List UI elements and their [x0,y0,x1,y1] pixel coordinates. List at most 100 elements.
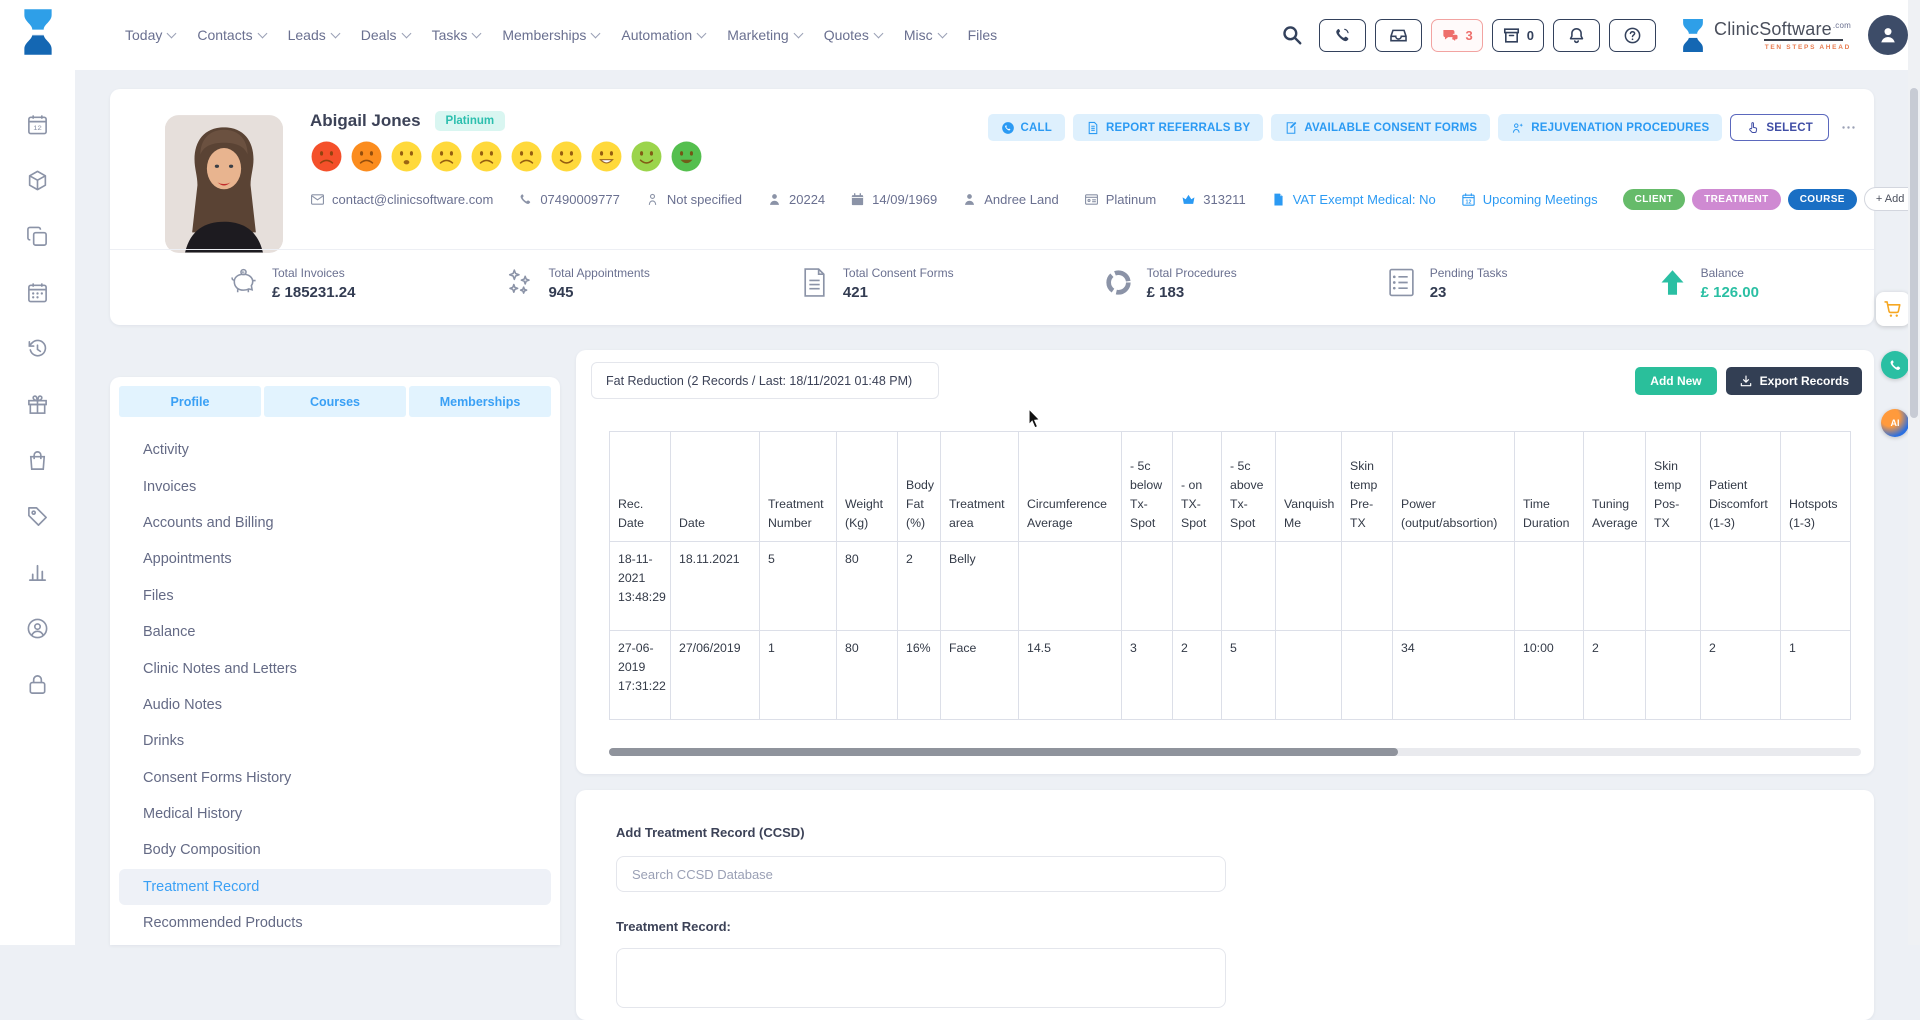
sidebar-item-invoices[interactable]: Invoices [119,468,551,504]
stat-value: £ 185231.24 [272,284,355,301]
nav-item-memberships[interactable]: Memberships [502,27,599,43]
info-text: VAT Exempt Medical: No [1293,192,1436,207]
rejuvenation-procedures-button[interactable]: REJUVENATION PROCEDURES [1498,114,1722,141]
label-treatment[interactable]: TREATMENT [1692,189,1781,210]
vertical-scrollbar-thumb[interactable] [1910,88,1918,418]
piggy-bank-icon [228,267,259,298]
search-icon[interactable] [1281,24,1303,46]
sidebar-item-body-composition[interactable]: Body Composition [119,832,551,868]
chat-button[interactable]: 3 [1431,19,1483,52]
sidebar-item-treatment-record[interactable]: Treatment Record [119,869,551,905]
nav-item-today[interactable]: Today [125,27,175,43]
rail-copy-icon[interactable] [26,225,49,248]
mood-face-5-icon[interactable] [470,140,503,173]
checklist-icon [1386,267,1417,298]
nav-item-automation[interactable]: Automation [621,27,705,43]
sidebar-item-medical-history[interactable]: Medical History [119,796,551,832]
brand-name: ClinicSoftware.com [1714,20,1851,38]
info-upcoming-meetings[interactable]: 12Upcoming Meetings [1461,192,1598,207]
mood-face-9-icon[interactable] [630,140,663,173]
stat-text: Total Procedures£ 183 [1147,266,1237,301]
nav-item-tasks[interactable]: Tasks [432,27,481,43]
nav-item-contacts[interactable]: Contacts [197,27,265,43]
phone-widget[interactable] [1881,351,1909,379]
notifications-button[interactable] [1553,19,1600,52]
table-cell: 2 [1173,631,1222,720]
info-vat-exempt-medical-no[interactable]: VAT Exempt Medical: No [1271,192,1436,207]
nav-item-deals[interactable]: Deals [361,27,410,43]
info-313211[interactable]: 313211 [1181,192,1245,207]
sidebar-item-balance[interactable]: Balance [119,614,551,650]
sidebar-item-clinic-notes-and-letters[interactable]: Clinic Notes and Letters [119,650,551,686]
ai-widget[interactable]: AI [1881,409,1909,437]
rail-gift-icon[interactable] [26,393,49,416]
rail-cube-icon[interactable] [26,169,49,192]
stat-label: Balance [1701,266,1759,280]
nav-item-quotes[interactable]: Quotes [824,27,882,43]
sidebar-item-activity[interactable]: Activity [119,432,551,468]
rail-history-icon[interactable] [26,337,49,360]
dialer-button[interactable] [1319,19,1366,52]
sidebar-item-recommended-products[interactable]: Recommended Products [119,905,551,941]
nav-item-marketing[interactable]: Marketing [727,27,801,43]
sidebar-item-drinks[interactable]: Drinks [119,723,551,759]
clinicsoftware-logo[interactable]: ClinicSoftware.com TEN STEPS AHEAD [1679,17,1851,54]
treatment-record-textarea[interactable] [616,948,1226,1008]
tab-courses[interactable]: Courses [264,386,406,417]
rail-tag-icon[interactable] [26,505,49,528]
mood-face-10-icon[interactable] [670,140,703,173]
add-new-button[interactable]: Add New [1635,367,1716,395]
nav-item-misc[interactable]: Misc [904,27,946,43]
sidebar-item-files[interactable]: Files [119,578,551,614]
rail-bag-icon[interactable] [26,449,49,472]
mood-face-4-icon[interactable] [430,140,463,173]
select-button[interactable]: SELECT [1730,114,1829,141]
cart-widget[interactable] [1876,292,1910,326]
tab-profile[interactable]: Profile [119,386,261,417]
rail-chart-icon[interactable] [26,561,49,584]
rail-calendar-check-icon[interactable] [26,281,49,304]
label-client[interactable]: CLIENT [1623,189,1686,210]
app-logo[interactable] [17,7,59,57]
table-row[interactable]: 18-11-2021 13:48:2918.11.20215802Belly [610,542,1851,631]
vertical-scrollbar[interactable] [1908,0,1920,945]
sidebar-item-appointments[interactable]: Appointments [119,541,551,577]
tab-memberships[interactable]: Memberships [409,386,551,417]
nav-item-files[interactable]: Files [968,27,998,43]
rail-lock-icon[interactable] [26,673,49,696]
info-text: 313211 [1203,192,1245,207]
mood-face-6-icon[interactable] [510,140,543,173]
divider [110,249,1874,250]
sidebar-item-consent-forms-history[interactable]: Consent Forms History [119,760,551,796]
sidebar-item-accounts-and-billing[interactable]: Accounts and Billing [119,505,551,541]
nav-item-leads[interactable]: Leads [288,27,339,43]
table-cell: 34 [1393,631,1515,720]
mood-face-3-icon[interactable] [390,140,423,173]
label-course[interactable]: COURSE [1788,189,1857,210]
horizontal-scrollbar-thumb[interactable] [609,748,1398,756]
export-records-button[interactable]: Export Records [1726,367,1862,395]
mood-face-7-icon[interactable] [550,140,583,173]
call-button[interactable]: CALL [988,114,1065,141]
available-consent-forms-button[interactable]: AVAILABLE CONSENT FORMS [1271,114,1490,141]
record-type-selector[interactable]: Fat Reduction (2 Records / Last: 18/11/2… [591,362,939,399]
basket-button[interactable]: 0 [1492,19,1544,52]
rail-calendar-icon[interactable]: 12 [26,113,49,136]
more-button[interactable] [1837,114,1860,141]
inbox-button[interactable] [1375,19,1422,52]
user-avatar[interactable] [1868,15,1908,55]
mood-face-2-icon[interactable] [350,140,383,173]
column-header: - 5c below Tx- Spot [1122,432,1173,542]
sidebar-item-audio-notes[interactable]: Audio Notes [119,687,551,723]
mood-face-8-icon[interactable] [590,140,623,173]
help-button[interactable] [1609,19,1656,52]
mood-face-1-icon[interactable] [310,140,343,173]
report-referrals-by-button[interactable]: REPORT REFERRALS BY [1073,114,1263,141]
table-row[interactable]: 27-06-2019 17:31:2227/06/201918016%Face1… [610,631,1851,720]
ccsd-search-input[interactable] [616,856,1226,892]
rail-support-icon[interactable] [26,617,49,640]
horizontal-scrollbar[interactable] [609,748,1861,756]
table-cell [1276,631,1342,720]
main-nav: Today Contacts Leads Deals Tasks Memberships A… [125,0,997,70]
table-cell: 80 [837,631,898,720]
